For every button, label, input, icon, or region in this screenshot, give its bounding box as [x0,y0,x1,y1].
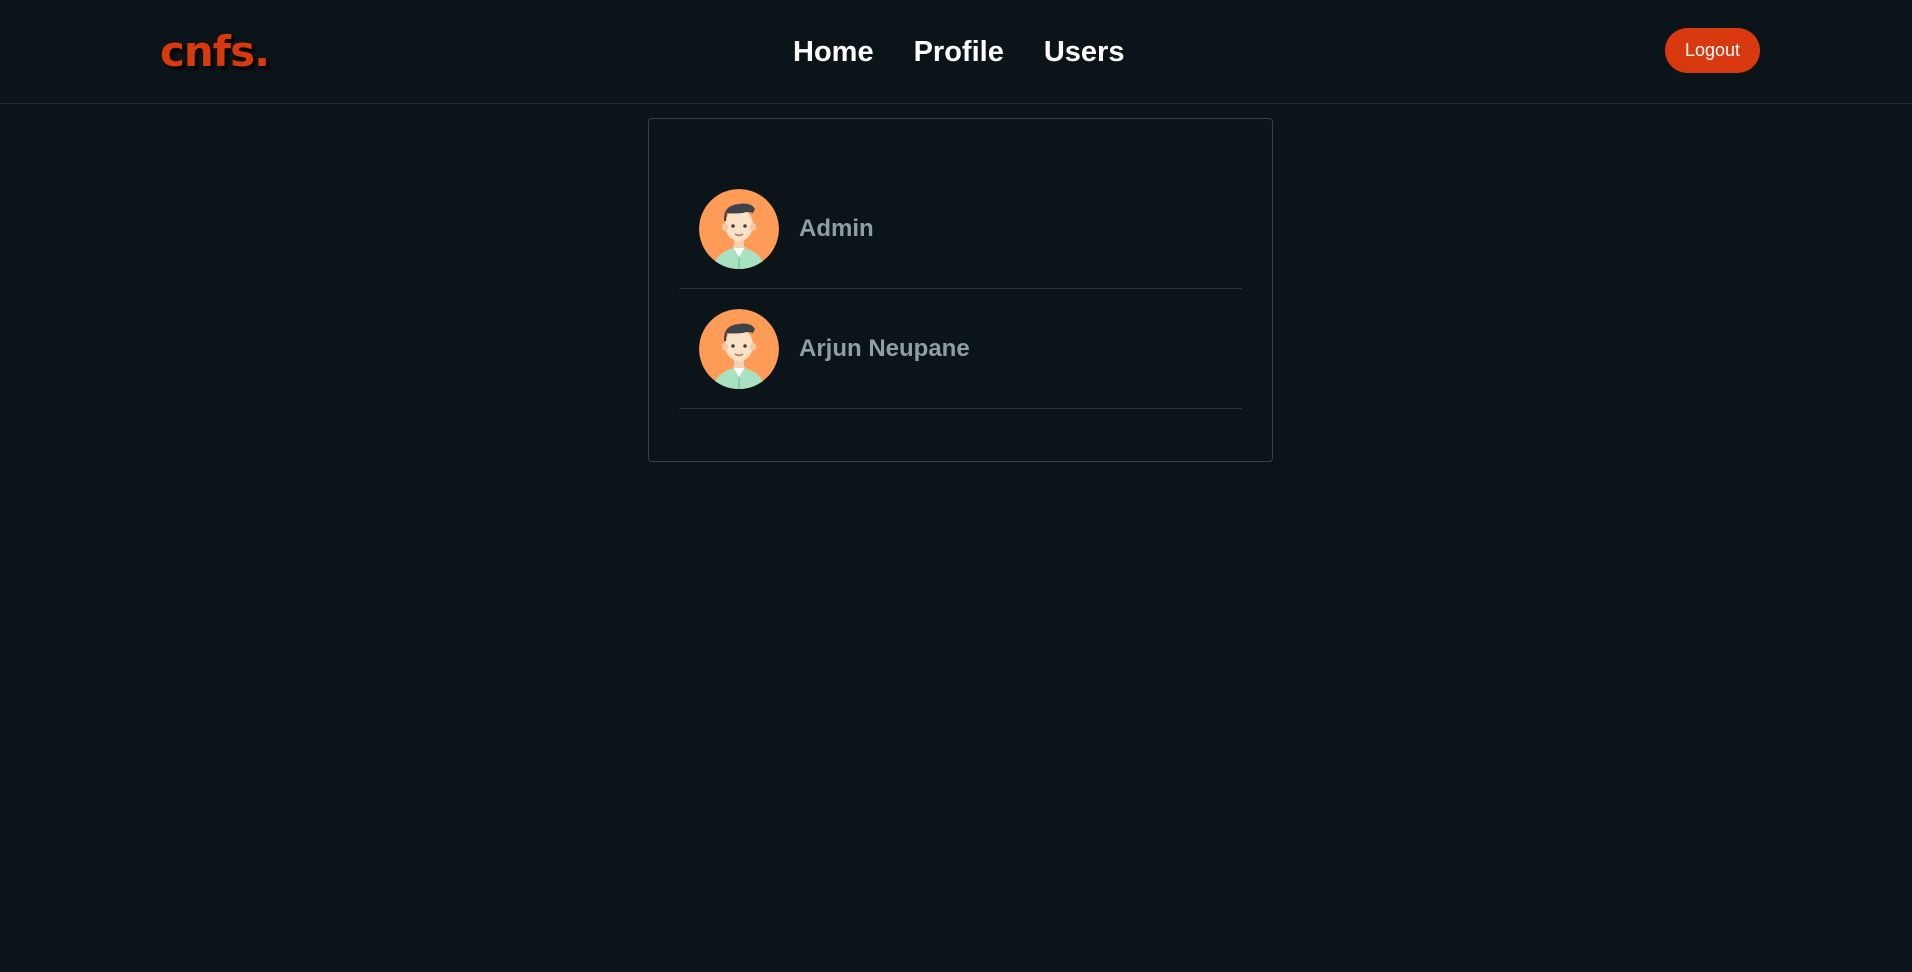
user-name[interactable]: Admin [799,215,874,243]
nav-link-profile[interactable]: Profile [914,28,1004,76]
user-list-item[interactable]: Admin [679,169,1242,289]
user-list-item[interactable]: Arjun Neupane [679,289,1242,409]
logout-button[interactable]: Logout [1665,28,1760,73]
male-user-avatar-icon [699,188,779,269]
nav-link-users[interactable]: Users [1044,28,1125,76]
male-user-avatar-icon [699,308,779,389]
main-nav: Home Profile Users [793,28,1124,76]
nav-link-home[interactable]: Home [793,28,874,76]
navbar: cnfs. Home Profile Users Logout [0,0,1912,104]
user-name[interactable]: Arjun Neupane [799,335,970,363]
users-card: Admin Arjun Neupane [648,118,1273,462]
brand-logo[interactable]: cnfs. [160,26,270,78]
user-list: Admin Arjun Neupane [679,169,1242,409]
